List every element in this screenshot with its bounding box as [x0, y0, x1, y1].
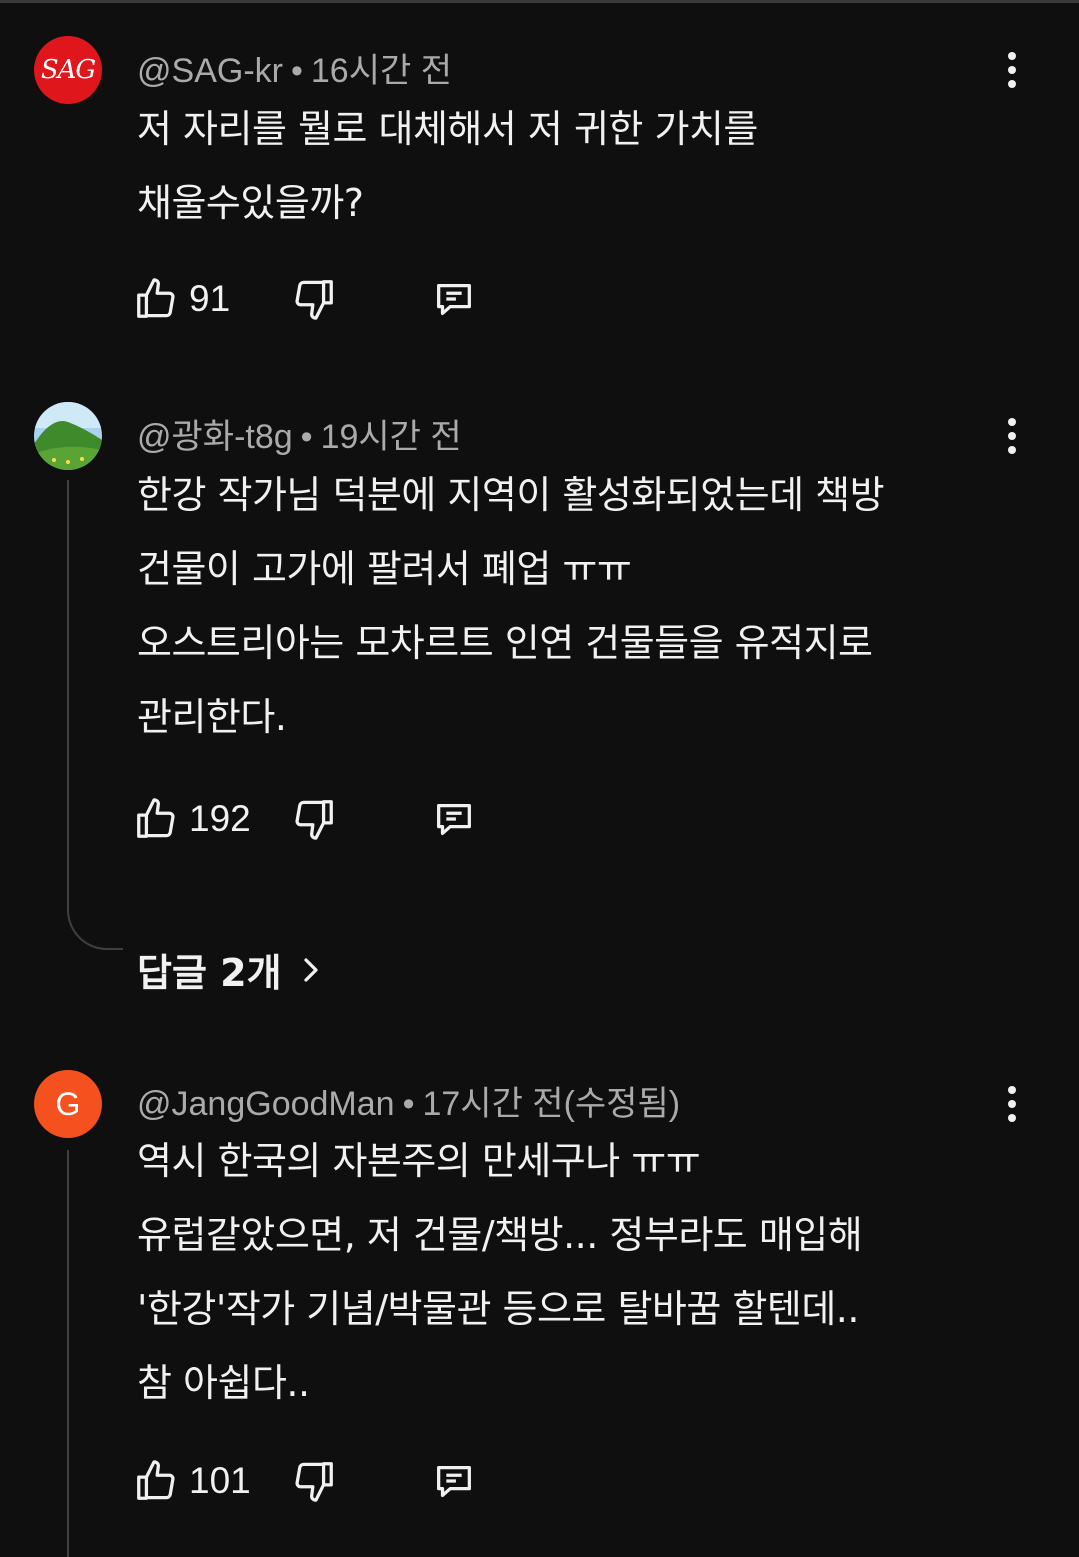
comment-time[interactable]: 17시간 전(수정됨) [422, 1085, 680, 1123]
reply-icon [437, 1465, 471, 1498]
author-handle[interactable]: @광화-t8g [137, 418, 293, 456]
comment-meta: @JangGoodMan • 17시간 전(수정됨) [137, 1076, 680, 1125]
reply-button[interactable] [431, 796, 477, 842]
more-vert-icon[interactable] [995, 1082, 1029, 1126]
dislike-button[interactable] [291, 796, 337, 842]
comment-line: 유럽같았으면, 저 건물/책방... 정부라도 매입해 [137, 1213, 863, 1257]
avatar[interactable]: G [34, 1070, 102, 1138]
comment-line: 관리한다. [137, 695, 287, 739]
like-button[interactable]: 101 [133, 1458, 251, 1504]
comment-text: 역시 한국의 자본주의 만세구나 ㅠㅠ 유럽같았으면, 저 건물/책방... 정… [137, 1124, 1017, 1420]
thumbs-down-icon [295, 280, 333, 320]
comment-time[interactable]: 19시간 전 [321, 418, 462, 456]
thumbs-down-icon [295, 800, 333, 840]
like-count: 192 [189, 798, 251, 839]
thumbs-down-icon [295, 1462, 333, 1502]
comment-text: 저 자리를 뭘로 대체해서 저 귀한 가치를 채울수있을까? [137, 92, 1017, 240]
comment-line: 참 아쉽다.. [137, 1361, 310, 1405]
comment-meta: @SAG-kr • 16시간 전 [137, 43, 452, 92]
comment-line: 역시 한국의 자본주의 만세구나 ㅠㅠ [137, 1139, 701, 1183]
reply-icon [437, 803, 471, 836]
meta-separator: • [300, 418, 313, 456]
chevron-right-icon [303, 957, 318, 982]
like-count: 101 [189, 1460, 251, 1501]
author-handle[interactable]: @JangGoodMan [137, 1085, 395, 1123]
comment-line: '한강'작가 기념/박물관 등으로 탈바꿈 할텐데.. [137, 1287, 859, 1331]
dislike-button[interactable] [291, 276, 337, 322]
comment-meta: @광화-t8g • 19시간 전 [137, 409, 462, 458]
like-button[interactable]: 192 [133, 796, 251, 842]
reply-icon [437, 283, 471, 316]
author-handle[interactable]: @SAG-kr [137, 52, 283, 90]
thread-connector [67, 910, 123, 950]
comment-line: 오스트리아는 모차르트 인연 건물들을 유적지로 [137, 621, 873, 665]
avatar[interactable]: SAG [34, 36, 102, 104]
thread-line [67, 1150, 69, 1557]
thumbs-up-icon [137, 798, 175, 838]
like-count: 91 [189, 278, 231, 319]
thread-line [67, 480, 69, 910]
meta-separator: • [402, 1085, 415, 1123]
avatar-letter: G [55, 1085, 81, 1122]
more-vert-icon[interactable] [995, 48, 1029, 92]
comment-text: 한강 작가님 덕분에 지역이 활성화되었는데 책방 건물이 고가에 팔려서 폐업… [137, 458, 1017, 754]
avatar[interactable] [34, 402, 102, 470]
reply-button[interactable] [431, 1458, 477, 1504]
comment-line: 한강 작가님 덕분에 지역이 활성화되었는데 책방 [137, 473, 885, 517]
top-divider [0, 0, 1079, 3]
thumbs-up-icon [137, 278, 175, 318]
view-replies-button[interactable]: 답글 2개 [137, 942, 326, 997]
reply-button[interactable] [431, 276, 477, 322]
thumbs-up-icon [137, 1460, 175, 1500]
meta-separator: • [290, 52, 303, 90]
dislike-button[interactable] [291, 1458, 337, 1504]
like-button[interactable]: 91 [133, 276, 230, 322]
replies-label: 답글 2개 [137, 951, 282, 995]
comment-line: 건물이 고가에 팔려서 폐업 ㅠㅠ [137, 547, 632, 591]
comment-time[interactable]: 16시간 전 [311, 52, 452, 90]
avatar-logo-text: SAG [40, 55, 96, 85]
comment-line: 채울수있을까? [137, 181, 364, 225]
landscape-avatar-image [34, 402, 102, 470]
comment-line: 저 자리를 뭘로 대체해서 저 귀한 가치를 [137, 107, 758, 151]
more-vert-icon[interactable] [995, 414, 1029, 458]
